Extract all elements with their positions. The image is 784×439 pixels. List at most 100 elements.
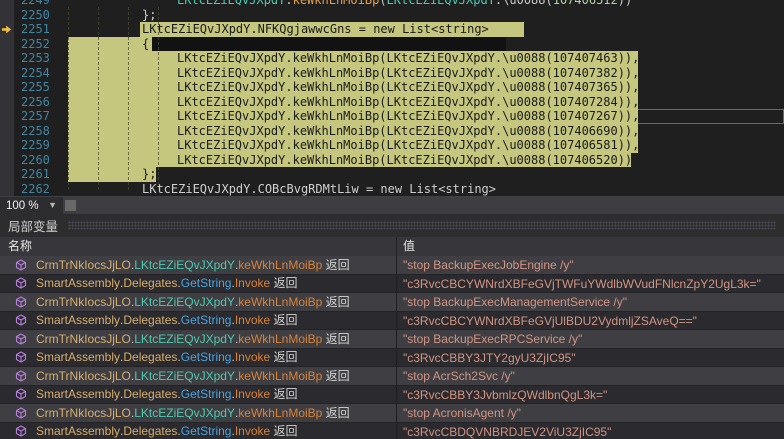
code-text: { [142, 37, 149, 52]
code-line-content[interactable]: LKtcEZiEQvJXpdY.keWkhLnMoiBp(LKtcEZiEQvJ… [62, 66, 784, 81]
value-cell[interactable]: "stop AcronisAgent /y" [397, 404, 784, 422]
table-row[interactable]: SmartAssembly.Delegates.GetString.Invoke… [0, 423, 784, 439]
table-row[interactable]: SmartAssembly.Delegates.GetString.Invoke… [0, 349, 784, 368]
table-row[interactable]: CrmTrNkIocsJjLO.LKtcEZiEQvJXpdY.keWkhLnM… [0, 330, 784, 349]
code-line-content[interactable]: LKtcEZiEQvJXpdY.keWkhLnMoiBp(LKtcEZiEQvJ… [62, 124, 784, 139]
locals-panel-titlebar[interactable]: 局部变量 [0, 214, 784, 237]
scrollbar-thumb[interactable] [65, 200, 76, 211]
editor-line[interactable]: 2249LKtcEZiEQvJXpdY.keWkhLnMoiBp(LKtcEZi… [0, 0, 784, 8]
zoom-level-value[interactable]: 100 % [0, 200, 45, 212]
editor-line[interactable]: 2250}; [0, 8, 784, 23]
indent-guide [98, 7, 99, 190]
code-editor[interactable]: 2249LKtcEZiEQvJXpdY.keWkhLnMoiBp(LKtcEZi… [0, 0, 784, 196]
editor-line[interactable]: 2259LKtcEZiEQvJXpdY.keWkhLnMoiBp(LKtcEZi… [0, 138, 784, 153]
name-cell[interactable]: CrmTrNkIocsJjLO.LKtcEZiEQvJXpdY.keWkhLnM… [0, 367, 397, 385]
code-line-content[interactable]: LKtcEZiEQvJXpdY.keWkhLnMoiBp(LKtcEZiEQvJ… [62, 0, 784, 8]
editor-lines: 2249LKtcEZiEQvJXpdY.keWkhLnMoiBp(LKtcEZi… [0, 0, 784, 196]
value-cell[interactable]: "stop AcrSch2Svc /y" [397, 367, 784, 385]
breakpoint-margin[interactable] [0, 109, 14, 124]
breakpoint-margin[interactable] [0, 124, 14, 139]
code-line-content[interactable]: LKtcEZiEQvJXpdY.keWkhLnMoiBp(LKtcEZiEQvJ… [62, 95, 784, 110]
breakpoint-margin[interactable] [0, 22, 14, 37]
value-cell[interactable]: "c3RvcCBBY3JTY2gyU3ZjIC95" [397, 349, 784, 367]
code-line-content[interactable]: { [62, 37, 784, 52]
value-cell[interactable]: "c3RvcCBDQVNBRDJEV2ViU3ZjIC95" [397, 423, 784, 439]
value-cell[interactable]: "c3RvcCBBY3JvbmlzQWdlbnQgL3k=" [397, 386, 784, 404]
line-number: 2253 [14, 51, 62, 66]
method-icon [15, 333, 27, 345]
breakpoint-margin[interactable] [0, 8, 14, 23]
editor-line[interactable]: 2258LKtcEZiEQvJXpdY.keWkhLnMoiBp(LKtcEZi… [0, 124, 784, 139]
editor-line[interactable]: 2260LKtcEZiEQvJXpdY.keWkhLnMoiBp(LKtcEZi… [0, 153, 784, 168]
code-line-content[interactable]: }; [62, 8, 784, 23]
line-number: 2257 [14, 109, 62, 124]
editor-line[interactable]: 2254LKtcEZiEQvJXpdY.keWkhLnMoiBp(LKtcEZi… [0, 66, 784, 81]
editor-line[interactable]: 2253 LKtcEZiEQvJXpdY.keWkhLnMoiBp(LKtcEZi… [0, 51, 784, 66]
value-cell[interactable]: "stop BackupExecManagementService /y" [397, 293, 784, 311]
editor-line[interactable]: 2252 { [0, 37, 784, 52]
table-row[interactable]: SmartAssembly.Delegates.GetString.Invoke… [0, 386, 784, 405]
editor-line[interactable]: 2262LKtcEZiEQvJXpdY.COBcBvgRDMtLiw = new… [0, 182, 784, 197]
name-cell[interactable]: CrmTrNkIocsJjLO.LKtcEZiEQvJXpdY.keWkhLnM… [0, 404, 397, 422]
breakpoint-margin[interactable] [0, 153, 14, 168]
name-cell[interactable]: SmartAssembly.Delegates.GetString.Invoke… [0, 275, 397, 293]
editor-line[interactable]: 2255LKtcEZiEQvJXpdY.keWkhLnMoiBp(LKtcEZi… [0, 80, 784, 95]
code-line-content[interactable]: LKtcEZiEQvJXpdY.keWkhLnMoiBp(LKtcEZiEQvJ… [62, 109, 784, 124]
code-line-content[interactable]: LKtcEZiEQvJXpdY.keWkhLnMoiBp(LKtcEZiEQvJ… [62, 51, 784, 66]
breakpoint-margin[interactable] [0, 0, 14, 8]
name-cell[interactable]: SmartAssembly.Delegates.GetString.Invoke… [0, 386, 397, 404]
name-cell[interactable]: SmartAssembly.Delegates.GetString.Invoke… [0, 349, 397, 367]
code-text: LKtcEZiEQvJXpdY.keWkhLnMoiBp(LKtcEZiEQvJ… [177, 95, 639, 110]
table-row[interactable]: CrmTrNkIocsJjLO.LKtcEZiEQvJXpdY.keWkhLnM… [0, 293, 784, 312]
breakpoint-margin[interactable] [0, 51, 14, 66]
name-cell[interactable]: CrmTrNkIocsJjLO.LKtcEZiEQvJXpdY.keWkhLnM… [0, 293, 397, 311]
value-cell[interactable]: "c3RvcCBCYWNrdXBFeGVjUlBDU2VydmljZSAveQ=… [397, 312, 784, 330]
code-line-content[interactable]: LKtcEZiEQvJXpdY.keWkhLnMoiBp(LKtcEZiEQvJ… [62, 138, 784, 153]
code-line-content[interactable]: }; [62, 167, 784, 182]
highlight-band [68, 37, 152, 52]
code-text: LKtcEZiEQvJXpdY.keWkhLnMoiBp(LKtcEZiEQvJ… [177, 51, 639, 66]
breakpoint-margin[interactable] [0, 138, 14, 153]
line-number: 2252 [14, 37, 62, 52]
table-row[interactable]: SmartAssembly.Delegates.GetString.Invoke… [0, 275, 784, 294]
breakpoint-margin[interactable] [0, 80, 14, 95]
name-cell[interactable]: SmartAssembly.Delegates.GetString.Invoke… [0, 423, 397, 439]
locals-grid-header: 名称 值 [0, 237, 784, 256]
name-cell[interactable]: CrmTrNkIocsJjLO.LKtcEZiEQvJXpdY.keWkhLnM… [0, 330, 397, 348]
code-line-content[interactable]: LKtcEZiEQvJXpdY.COBcBvgRDMtLiw = new Lis… [62, 182, 784, 197]
line-number: 2259 [14, 138, 62, 153]
code-text: }; [142, 167, 156, 182]
breakpoint-margin[interactable] [0, 66, 14, 81]
editor-line[interactable]: 2261}; [0, 167, 784, 182]
current-statement-arrow-icon [1, 24, 12, 35]
breakpoint-margin[interactable] [0, 182, 14, 197]
table-row[interactable]: CrmTrNkIocsJjLO.LKtcEZiEQvJXpdY.keWkhLnM… [0, 404, 784, 423]
table-row[interactable]: SmartAssembly.Delegates.GetString.Invoke… [0, 312, 784, 331]
code-line-content[interactable]: LKtcEZiEQvJXpdY.NFKQgjawwcGns = new List… [62, 22, 784, 37]
code-line-content[interactable]: LKtcEZiEQvJXpdY.keWkhLnMoiBp(LKtcEZiEQvJ… [62, 153, 784, 168]
editor-line[interactable]: 2257LKtcEZiEQvJXpdY.keWkhLnMoiBp(LKtcEZi… [0, 109, 784, 124]
editor-line[interactable]: 2251LKtcEZiEQvJXpdY.NFKQgjawwcGns = new … [0, 22, 784, 37]
zoom-select[interactable]: 100 % ▼ [0, 197, 61, 214]
locals-panel-title: 局部变量 [0, 216, 58, 235]
table-row[interactable]: CrmTrNkIocsJjLO.LKtcEZiEQvJXpdY.keWkhLnM… [0, 367, 784, 386]
column-header-value[interactable]: 值 [397, 237, 784, 256]
column-header-name[interactable]: 名称 [0, 237, 397, 256]
code-text: LKtcEZiEQvJXpdY.NFKQgjawwcGns = new List… [142, 22, 489, 37]
titlebar-grip[interactable] [68, 221, 776, 230]
breakpoint-margin[interactable] [0, 167, 14, 182]
name-cell[interactable]: SmartAssembly.Delegates.GetString.Invoke… [0, 312, 397, 330]
value-cell[interactable]: "stop BackupExecJobEngine /y" [397, 256, 784, 274]
table-row[interactable]: CrmTrNkIocsJjLO.LKtcEZiEQvJXpdY.keWkhLnM… [0, 256, 784, 275]
code-line-content[interactable]: LKtcEZiEQvJXpdY.keWkhLnMoiBp(LKtcEZiEQvJ… [62, 80, 784, 95]
value-cell[interactable]: "stop BackupExecRPCService /y" [397, 330, 784, 348]
indent-guide [128, 7, 129, 190]
editor-line[interactable]: 2256LKtcEZiEQvJXpdY.keWkhLnMoiBp(LKtcEZi… [0, 95, 784, 110]
breakpoint-margin[interactable] [0, 95, 14, 110]
name-cell[interactable]: CrmTrNkIocsJjLO.LKtcEZiEQvJXpdY.keWkhLnM… [0, 256, 397, 274]
value-cell[interactable]: "c3RvcCBCYWNrdXBFeGVjTWFuYWdlbWVudFNlcnZ… [397, 275, 784, 293]
chevron-down-icon[interactable]: ▼ [45, 197, 61, 214]
debugger-window: 2249LKtcEZiEQvJXpdY.keWkhLnMoiBp(LKtcEZi… [0, 0, 784, 439]
breakpoint-margin[interactable] [0, 37, 14, 52]
horizontal-scrollbar[interactable] [63, 197, 784, 214]
